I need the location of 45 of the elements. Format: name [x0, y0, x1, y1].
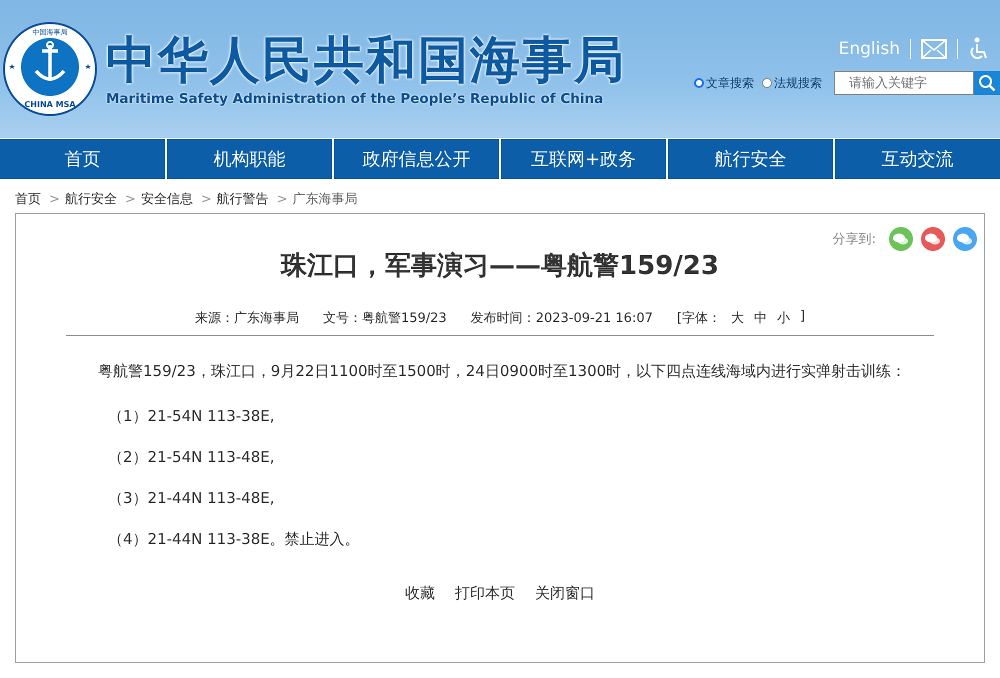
font-size-label: [字体：	[676, 310, 721, 327]
breadcrumb-link[interactable]: 首页	[15, 190, 41, 208]
share-icon[interactable]	[952, 226, 978, 252]
footer-link[interactable]: 收藏	[405, 584, 435, 603]
coordinate-line: （4）21-44N 113-38E。禁止进入。	[108, 529, 361, 550]
breadcrumb-link[interactable]: 航行警告	[216, 190, 269, 208]
breadcrumb-separator: >	[200, 192, 212, 206]
article-meta: 文号：粤航警159/23	[322, 310, 447, 327]
accessibility-icon[interactable]	[968, 37, 988, 61]
font-size-link[interactable]: 小	[776, 309, 790, 327]
coordinate-line: （1）21-54N 113-38E,	[108, 406, 276, 427]
nav-item[interactable]: 互联网+政务	[501, 139, 668, 179]
search-option[interactable]: 文章搜索	[694, 74, 754, 92]
bracket: ]	[800, 309, 806, 326]
nav-item[interactable]: 航行安全	[668, 139, 835, 179]
search-option[interactable]: 法规搜索	[762, 74, 822, 92]
coordinate-line: （2）21-54N 113-48E,	[108, 447, 276, 468]
coordinate-line: （3）21-44N 113-48E,	[108, 488, 276, 509]
search-button[interactable]	[974, 71, 1000, 95]
article-meta: 来源：广东海事局	[194, 310, 299, 327]
breadcrumb-link[interactable]: 航行安全	[64, 190, 117, 208]
article-title: 珠江口，军事演习——粤航警159/23	[279, 250, 720, 283]
site-subtitle: Maritime Safety Administration of the People’s Republic of China	[106, 91, 604, 107]
breadcrumb-link[interactable]: 广东海事局	[292, 190, 358, 208]
breadcrumb-separator: >	[276, 192, 288, 206]
search-icon	[978, 74, 996, 92]
nav-item[interactable]: 首页	[0, 139, 167, 179]
article-paragraph: 粤航警159/23，珠江口，9月22日1100时至1500时，24日0900时至1300时，以下四点连线海域内进行实弹射击训练：	[97, 361, 908, 382]
share-icon[interactable]	[888, 226, 914, 252]
article-meta: 发布时间：2023-09-21 16:07	[470, 310, 653, 327]
search-field[interactable]: 请输入关键字	[834, 71, 974, 95]
breadcrumb-separator: >	[49, 192, 60, 206]
mail-icon[interactable]	[921, 39, 947, 59]
share-label: 分享到:	[832, 231, 876, 248]
footer-link[interactable]: 关闭窗口	[535, 584, 595, 603]
font-size-link[interactable]: 中	[754, 309, 767, 327]
share-icon[interactable]	[920, 226, 946, 252]
font-size-link[interactable]: 大	[730, 309, 744, 327]
nav-item[interactable]: 政府信息公开	[334, 139, 501, 179]
nav-item[interactable]: 机构职能	[167, 139, 334, 179]
nav-item[interactable]: 互动交流	[835, 139, 1000, 179]
breadcrumb-separator: >	[124, 192, 136, 206]
breadcrumb-link[interactable]: 安全信息	[140, 190, 193, 208]
site-title: 中华人民共和国海事局	[106, 31, 626, 89]
footer-link[interactable]: 打印本页	[455, 584, 515, 603]
